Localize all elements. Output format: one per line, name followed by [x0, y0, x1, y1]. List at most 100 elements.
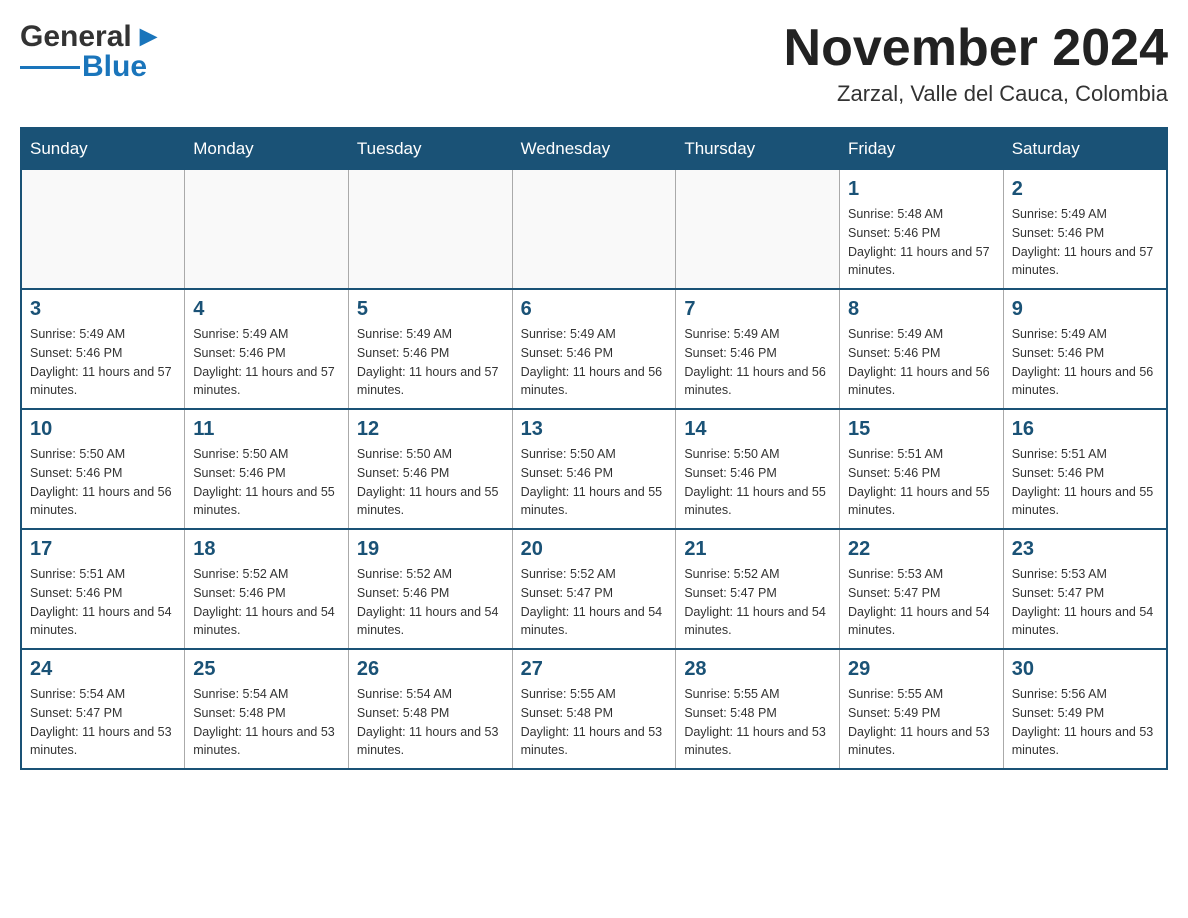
header-saturday: Saturday [1003, 128, 1167, 170]
table-row: 26Sunrise: 5:54 AMSunset: 5:48 PMDayligh… [348, 649, 512, 769]
table-row: 5 Sunrise: 5:49 AMSunset: 5:46 PMDaylight… [348, 289, 512, 409]
day-number: 21 [684, 538, 831, 561]
day-info: Sunrise: 5:52 AMSunset: 5:46 PMDaylight:… [193, 565, 340, 640]
day-info: Sunrise: 5:49 AMSunset: 5:46 PMDaylight:… [357, 325, 504, 400]
day-number: 13 [521, 418, 668, 441]
day-number: 25 [193, 658, 340, 681]
day-number: 14 [684, 418, 831, 441]
calendar-header-row: Sunday Monday Tuesday Wednesday Thursday… [21, 128, 1167, 170]
day-number: 8 [848, 298, 995, 321]
table-row: 2Sunrise: 5:49 AMSunset: 5:46 PMDaylight… [1003, 170, 1167, 290]
calendar-week-row: 17Sunrise: 5:51 AMSunset: 5:46 PMDayligh… [21, 529, 1167, 649]
day-info: Sunrise: 5:55 AMSunset: 5:48 PMDaylight:… [684, 685, 831, 760]
day-info: Sunrise: 5:49 AMSunset: 5:46 PMDaylight:… [1012, 325, 1158, 400]
day-number: 9 [1012, 298, 1158, 321]
day-info: Sunrise: 5:50 AMSunset: 5:46 PMDaylight:… [684, 445, 831, 520]
day-info: Sunrise: 5:49 AMSunset: 5:46 PMDaylight:… [193, 325, 340, 400]
table-row: 16Sunrise: 5:51 AMSunset: 5:46 PMDayligh… [1003, 409, 1167, 529]
table-row: 8 Sunrise: 5:49 AMSunset: 5:46 PMDaylight… [840, 289, 1004, 409]
logo-general: General [20, 20, 132, 54]
day-number: 15 [848, 418, 995, 441]
table-row: 9 Sunrise: 5:49 AMSunset: 5:46 PMDaylight… [1003, 289, 1167, 409]
table-row: 13 Sunrise: 5:50 AMSunset: 5:46 PMDayligh… [512, 409, 676, 529]
title-block: November 2024 Zarzal, Valle del Cauca, C… [784, 20, 1168, 107]
day-number: 30 [1012, 658, 1158, 681]
table-row: 17Sunrise: 5:51 AMSunset: 5:46 PMDayligh… [21, 529, 185, 649]
day-info: Sunrise: 5:54 AMSunset: 5:48 PMDaylight:… [193, 685, 340, 760]
day-number: 26 [357, 658, 504, 681]
day-number: 28 [684, 658, 831, 681]
day-info: Sunrise: 5:56 AMSunset: 5:49 PMDaylight:… [1012, 685, 1158, 760]
header-sunday: Sunday [21, 128, 185, 170]
day-number: 20 [521, 538, 668, 561]
table-row: 25 Sunrise: 5:54 AMSunset: 5:48 PMDayligh… [185, 649, 349, 769]
day-info: Sunrise: 5:52 AMSunset: 5:46 PMDaylight:… [357, 565, 504, 640]
calendar-week-row: 1 Sunrise: 5:48 AMSunset: 5:46 PMDaylight… [21, 170, 1167, 290]
table-row: 12Sunrise: 5:50 AMSunset: 5:46 PMDayligh… [348, 409, 512, 529]
day-info: Sunrise: 5:52 AMSunset: 5:47 PMDaylight:… [521, 565, 668, 640]
day-number: 18 [193, 538, 340, 561]
header-wednesday: Wednesday [512, 128, 676, 170]
day-number: 4 [193, 298, 340, 321]
logo-triangle-icon: ► [134, 20, 164, 54]
day-number: 16 [1012, 418, 1158, 441]
header-tuesday: Tuesday [348, 128, 512, 170]
day-number: 10 [30, 418, 176, 441]
table-row: 19 Sunrise: 5:52 AMSunset: 5:46 PMDayligh… [348, 529, 512, 649]
day-number: 24 [30, 658, 176, 681]
logo: General ► Blue [20, 20, 163, 84]
day-number: 12 [357, 418, 504, 441]
day-number: 1 [848, 178, 995, 201]
calendar-table: Sunday Monday Tuesday Wednesday Thursday… [20, 127, 1168, 770]
table-row: 3 Sunrise: 5:49 AMSunset: 5:46 PMDaylight… [21, 289, 185, 409]
day-number: 22 [848, 538, 995, 561]
day-number: 5 [357, 298, 504, 321]
day-info: Sunrise: 5:49 AMSunset: 5:46 PMDaylight:… [684, 325, 831, 400]
table-row: 1 Sunrise: 5:48 AMSunset: 5:46 PMDaylight… [840, 170, 1004, 290]
table-row [21, 170, 185, 290]
day-number: 11 [193, 418, 340, 441]
day-info: Sunrise: 5:49 AMSunset: 5:46 PMDaylight:… [848, 325, 995, 400]
day-info: Sunrise: 5:52 AMSunset: 5:47 PMDaylight:… [684, 565, 831, 640]
day-info: Sunrise: 5:49 AMSunset: 5:46 PMDaylight:… [1012, 205, 1158, 280]
day-info: Sunrise: 5:54 AMSunset: 5:47 PMDaylight:… [30, 685, 176, 760]
header-monday: Monday [185, 128, 349, 170]
day-number: 29 [848, 658, 995, 681]
table-row [348, 170, 512, 290]
table-row [512, 170, 676, 290]
day-info: Sunrise: 5:49 AMSunset: 5:46 PMDaylight:… [521, 325, 668, 400]
calendar-week-row: 3 Sunrise: 5:49 AMSunset: 5:46 PMDaylight… [21, 289, 1167, 409]
day-info: Sunrise: 5:51 AMSunset: 5:46 PMDaylight:… [848, 445, 995, 520]
table-row: 15 Sunrise: 5:51 AMSunset: 5:46 PMDayligh… [840, 409, 1004, 529]
day-info: Sunrise: 5:48 AMSunset: 5:46 PMDaylight:… [848, 205, 995, 280]
day-info: Sunrise: 5:53 AMSunset: 5:47 PMDaylight:… [1012, 565, 1158, 640]
location-subtitle: Zarzal, Valle del Cauca, Colombia [784, 81, 1168, 107]
table-row: 20 Sunrise: 5:52 AMSunset: 5:47 PMDayligh… [512, 529, 676, 649]
table-row: 30 Sunrise: 5:56 AMSunset: 5:49 PMDayligh… [1003, 649, 1167, 769]
day-info: Sunrise: 5:49 AMSunset: 5:46 PMDaylight:… [30, 325, 176, 400]
month-title: November 2024 [784, 20, 1168, 77]
day-number: 19 [357, 538, 504, 561]
calendar-week-row: 10 Sunrise: 5:50 AMSunset: 5:46 PMDayligh… [21, 409, 1167, 529]
table-row: 10 Sunrise: 5:50 AMSunset: 5:46 PMDayligh… [21, 409, 185, 529]
day-info: Sunrise: 5:50 AMSunset: 5:46 PMDaylight:… [193, 445, 340, 520]
table-row: 22 Sunrise: 5:53 AMSunset: 5:47 PMDayligh… [840, 529, 1004, 649]
day-info: Sunrise: 5:50 AMSunset: 5:46 PMDaylight:… [521, 445, 668, 520]
table-row: 18 Sunrise: 5:52 AMSunset: 5:46 PMDayligh… [185, 529, 349, 649]
table-row: 4 Sunrise: 5:49 AMSunset: 5:46 PMDaylight… [185, 289, 349, 409]
table-row: 23Sunrise: 5:53 AMSunset: 5:47 PMDayligh… [1003, 529, 1167, 649]
page-header: General ► Blue November 2024 Zarzal, Val… [20, 20, 1168, 107]
table-row: 28 Sunrise: 5:55 AMSunset: 5:48 PMDayligh… [676, 649, 840, 769]
calendar-week-row: 24 Sunrise: 5:54 AMSunset: 5:47 PMDayligh… [21, 649, 1167, 769]
day-number: 3 [30, 298, 176, 321]
table-row: 21 Sunrise: 5:52 AMSunset: 5:47 PMDayligh… [676, 529, 840, 649]
table-row: 14 Sunrise: 5:50 AMSunset: 5:46 PMDayligh… [676, 409, 840, 529]
table-row [185, 170, 349, 290]
day-info: Sunrise: 5:53 AMSunset: 5:47 PMDaylight:… [848, 565, 995, 640]
table-row [676, 170, 840, 290]
header-thursday: Thursday [676, 128, 840, 170]
logo-blue: Blue [82, 50, 147, 84]
day-number: 27 [521, 658, 668, 681]
day-info: Sunrise: 5:50 AMSunset: 5:46 PMDaylight:… [30, 445, 176, 520]
table-row: 7Sunrise: 5:49 AMSunset: 5:46 PMDaylight… [676, 289, 840, 409]
